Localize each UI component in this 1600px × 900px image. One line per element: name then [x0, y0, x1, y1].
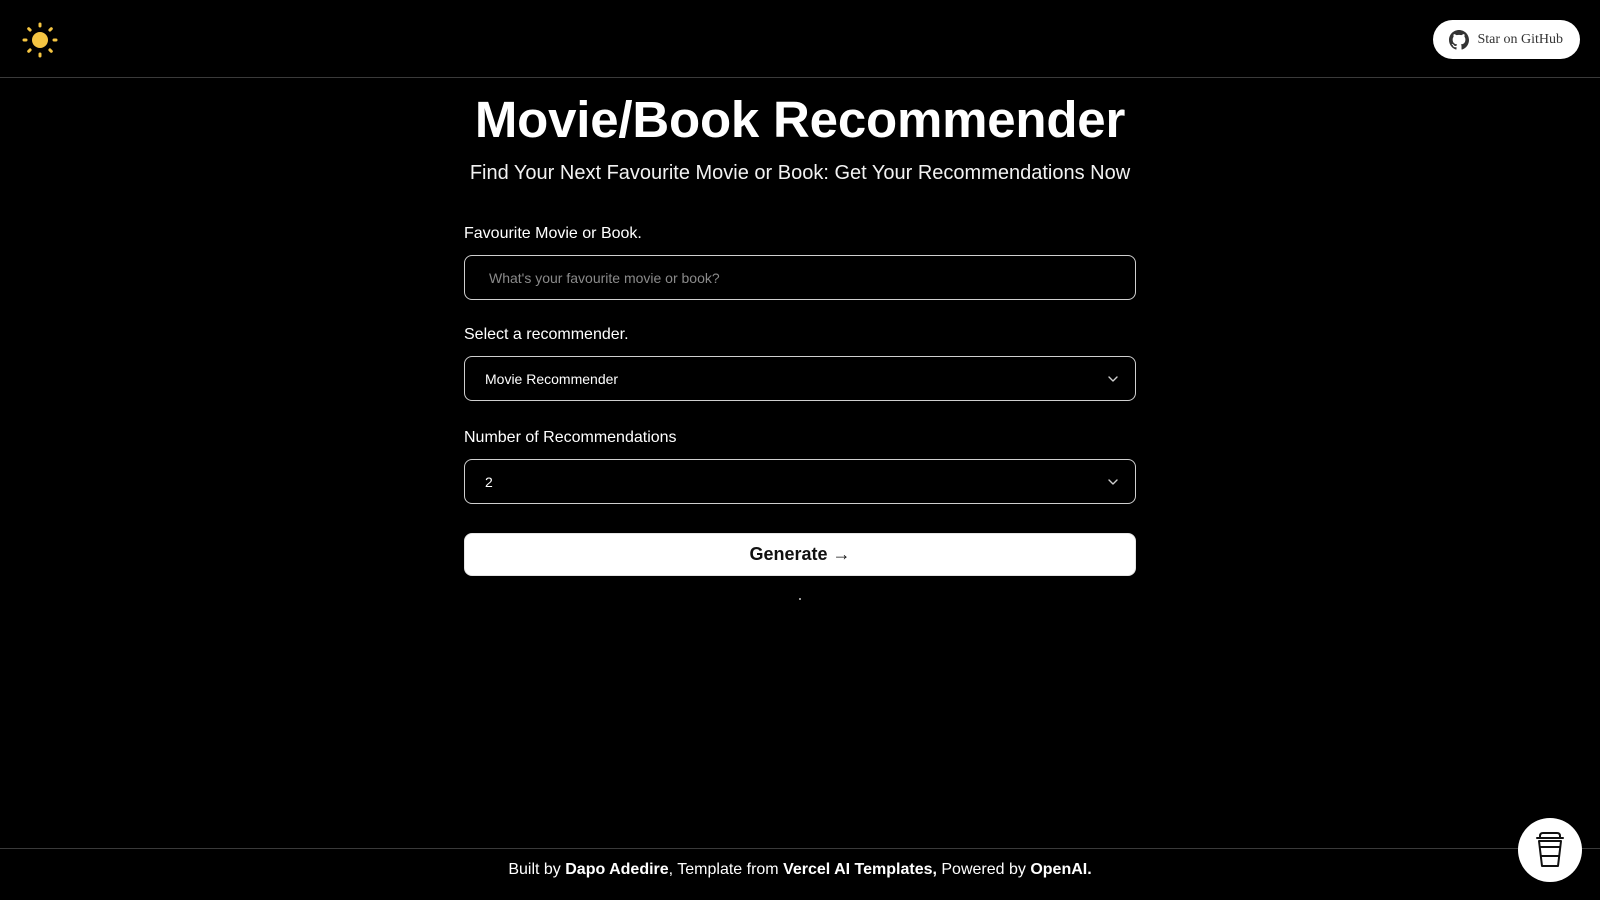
- footer-mid1: , Template from: [668, 861, 784, 878]
- loading-dot: [799, 598, 801, 600]
- chevron-down-icon: [1108, 376, 1118, 382]
- recommender-label: Select a recommender.: [464, 326, 629, 343]
- footer-openai-link[interactable]: OpenAI.: [1030, 861, 1091, 878]
- favourite-input[interactable]: [464, 255, 1136, 300]
- theme-toggle-button[interactable]: [22, 22, 58, 58]
- footer-mid2: Powered by: [936, 861, 1031, 878]
- sun-icon: [22, 22, 58, 58]
- star-on-github-button[interactable]: Star on GitHub: [1433, 20, 1580, 59]
- count-select[interactable]: 2: [464, 459, 1136, 504]
- page: Star on GitHub Movie/Book Recommender Fi…: [0, 0, 1600, 900]
- top-bar: Star on GitHub: [0, 0, 1600, 78]
- recommender-select[interactable]: Movie Recommender: [464, 356, 1136, 401]
- favourite-label: Favourite Movie or Book.: [464, 225, 642, 242]
- footer-author-link[interactable]: Dapo Adedire: [565, 861, 668, 878]
- github-icon: [1449, 29, 1470, 50]
- chevron-down-icon: [1108, 479, 1118, 485]
- recommender-selected-value: Movie Recommender: [485, 370, 619, 387]
- recommendation-form: Favourite Movie or Book. Select a recomm…: [464, 224, 1136, 576]
- count-selected-value: 2: [485, 473, 493, 490]
- buy-me-a-coffee-button[interactable]: [1518, 818, 1582, 882]
- footer-template-link[interactable]: Vercel AI Templates,: [783, 861, 937, 878]
- coffee-cup-icon: [1536, 832, 1564, 867]
- page-subtitle: Find Your Next Favourite Movie or Book: …: [469, 162, 1131, 184]
- generate-button[interactable]: Generate →: [464, 533, 1136, 576]
- footer-prefix: Built by: [508, 861, 566, 878]
- footer: Built by Dapo Adedire, Template from Ver…: [0, 848, 1600, 900]
- github-button-label: Star on GitHub: [1477, 31, 1563, 47]
- page-title: Movie/Book Recommender: [474, 91, 1126, 148]
- count-label: Number of Recommendations: [464, 429, 677, 446]
